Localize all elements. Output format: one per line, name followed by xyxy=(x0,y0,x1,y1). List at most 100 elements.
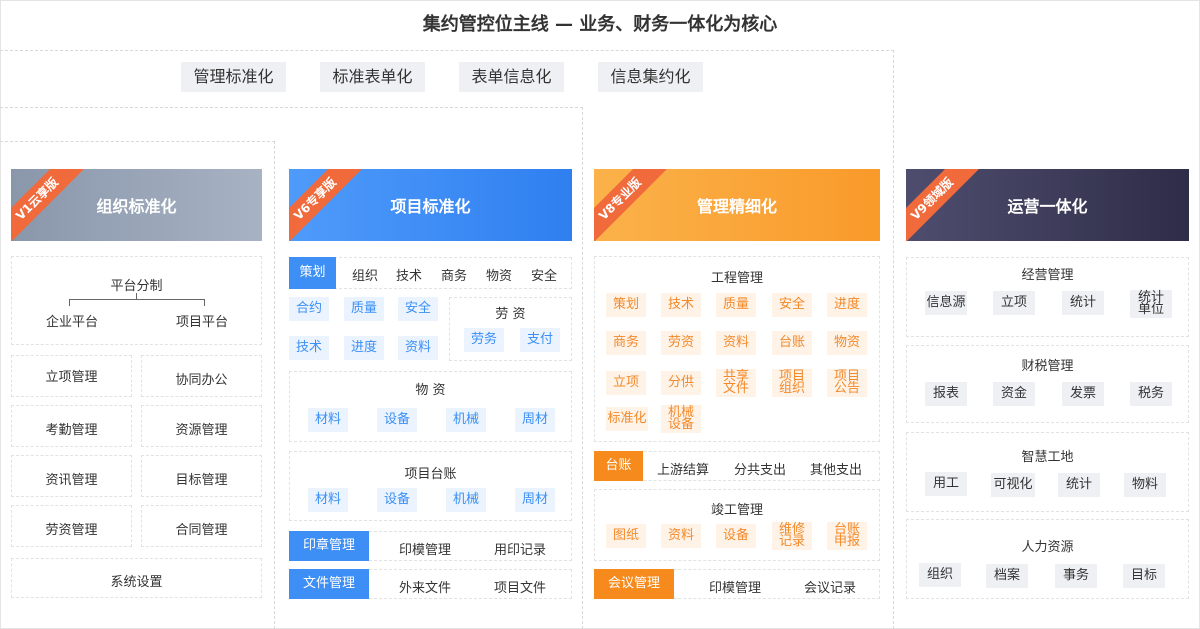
chip-funds[interactable]: 资金 xyxy=(993,382,1035,406)
group-title: 财税管理 xyxy=(1021,359,1074,374)
group-finance-tax: 财税管理 报表 资金 发票 税务 xyxy=(906,345,1189,423)
chip-progress[interactable]: 进度 xyxy=(344,336,384,360)
chip-progress[interactable]: 进度 xyxy=(827,293,867,317)
chip-labor-use[interactable]: 用工 xyxy=(925,472,967,496)
module-card[interactable]: 劳资管理 xyxy=(11,505,132,547)
module-card[interactable]: 目标管理 xyxy=(141,455,262,497)
module-card[interactable]: 合同管理 xyxy=(141,505,262,547)
chip-turnover[interactable]: 周材 xyxy=(515,488,555,512)
chip-machinery[interactable]: 机械 xyxy=(446,488,486,512)
labor-title: 劳 资 xyxy=(495,307,526,322)
seal-mold-link[interactable]: 印模管理 xyxy=(695,577,775,596)
chip-contract[interactable]: 合约 xyxy=(289,297,329,321)
tab-business[interactable]: 商务 xyxy=(435,265,473,284)
version-ribbon: V9领域版 xyxy=(906,169,983,241)
module-card[interactable]: 协同办公 xyxy=(141,355,262,397)
chip-approval[interactable]: 立项 xyxy=(606,371,646,395)
chip-labor[interactable]: 劳资 xyxy=(661,331,701,355)
chip-equipment[interactable]: 设备 xyxy=(716,524,756,548)
banner-operation-integration: V9领域版 运营一体化 xyxy=(906,169,1189,241)
version-ribbon: V8专业版 xyxy=(594,169,671,241)
chip-materials[interactable]: 材料 xyxy=(308,488,348,512)
chip-safety[interactable]: 安全 xyxy=(398,297,438,321)
module-label: 协同办公 xyxy=(175,373,228,388)
banner-title: 管理精细化 xyxy=(696,197,777,216)
chip-targets[interactable]: 目标 xyxy=(1123,564,1165,588)
file-management-button[interactable]: 文件管理 xyxy=(289,569,369,599)
chip-payment[interactable]: 支付 xyxy=(520,328,560,352)
chip-ledger-report[interactable]: 台账 申报 xyxy=(827,522,867,550)
chip-safety[interactable]: 安全 xyxy=(772,293,812,317)
group-title: 人力资源 xyxy=(1021,540,1074,555)
meeting-management-button[interactable]: 会议管理 xyxy=(594,569,674,599)
tab-safety[interactable]: 安全 xyxy=(525,265,563,284)
chip-reports[interactable]: 报表 xyxy=(925,382,967,406)
module-card[interactable]: 资讯管理 xyxy=(11,455,132,497)
chip-equipment[interactable]: 设备 xyxy=(377,488,417,512)
module-card[interactable]: 考勤管理 xyxy=(11,405,132,447)
chip-docs[interactable]: 资料 xyxy=(398,336,438,360)
chip-tax[interactable]: 税务 xyxy=(1130,382,1172,406)
module-card[interactable]: 资源管理 xyxy=(141,405,262,447)
chip-docs[interactable]: 资料 xyxy=(661,524,701,548)
chip-invoice[interactable]: 发票 xyxy=(1062,382,1104,406)
meeting-record-link[interactable]: 会议记录 xyxy=(790,577,870,596)
chip-approval[interactable]: 立项 xyxy=(993,291,1035,315)
chip-archives[interactable]: 档案 xyxy=(986,564,1028,588)
chip-organization[interactable]: 组织 xyxy=(919,563,961,587)
ledger-box: 项目台账 材料 设备 机械 周材 xyxy=(289,451,572,521)
chip-business[interactable]: 商务 xyxy=(606,331,646,355)
chip-labor[interactable]: 劳务 xyxy=(464,328,504,352)
shared-expense-link[interactable]: 分共支出 xyxy=(727,459,793,478)
version-ribbon: V6专享版 xyxy=(289,169,366,241)
chip-project-notice[interactable]: 项目 公告 xyxy=(827,369,867,397)
chip-tech[interactable]: 技术 xyxy=(289,336,329,360)
chip-quality[interactable]: 质量 xyxy=(716,293,756,317)
module-card[interactable]: 立项管理 xyxy=(11,355,132,397)
tab-tech[interactable]: 技术 xyxy=(390,265,428,284)
external-files-link[interactable]: 外来文件 xyxy=(385,577,465,596)
chip-materials[interactable]: 物料 xyxy=(1124,473,1166,497)
tab-planning[interactable]: 策划 xyxy=(289,257,336,289)
chip-statistics[interactable]: 统计 xyxy=(1062,291,1104,315)
chip-materials[interactable]: 材料 xyxy=(308,408,348,432)
chip-shared-files[interactable]: 共享 文件 xyxy=(716,369,756,397)
chip-visualization[interactable]: 可视化 xyxy=(991,473,1035,497)
chip-project-org[interactable]: 项目 组织 xyxy=(772,369,812,397)
chip-equipment[interactable]: 设备 xyxy=(377,408,417,432)
other-expense-link[interactable]: 其他支出 xyxy=(803,459,869,478)
pill-form-info: 表单信息化 xyxy=(459,62,564,92)
chip-standardization[interactable]: 标准化 xyxy=(606,407,648,431)
module-label: 目标管理 xyxy=(175,473,228,488)
chip-tech[interactable]: 技术 xyxy=(661,293,701,317)
tree-connector xyxy=(69,299,205,306)
completion-title: 竣工管理 xyxy=(710,503,763,518)
ledger-button[interactable]: 台账 xyxy=(594,451,643,481)
upstream-settlement-link[interactable]: 上游结算 xyxy=(650,459,716,478)
tab-org[interactable]: 组织 xyxy=(346,265,384,284)
chip-machinery[interactable]: 机械 xyxy=(446,408,486,432)
seal-management-button[interactable]: 印章管理 xyxy=(289,531,369,561)
chip-statistics[interactable]: 统计 xyxy=(1058,473,1100,497)
banner-title: 运营一体化 xyxy=(1007,197,1088,216)
tab-material[interactable]: 物资 xyxy=(480,265,518,284)
chip-info-source[interactable]: 信息源 xyxy=(925,291,967,315)
platform-box: 平台分制 企业平台 项目平台 xyxy=(11,256,262,345)
chip-planning[interactable]: 策划 xyxy=(606,293,646,317)
chip-repair-record[interactable]: 维修 记录 xyxy=(772,522,812,550)
chip-affairs[interactable]: 事务 xyxy=(1055,564,1097,588)
chip-turnover[interactable]: 周材 xyxy=(515,408,555,432)
chip-machine-equipment[interactable]: 机械 设备 xyxy=(661,405,701,433)
settings-card[interactable]: 系统设置 xyxy=(11,558,262,598)
chip-material[interactable]: 物资 xyxy=(827,331,867,355)
chip-docs[interactable]: 资料 xyxy=(716,331,756,355)
seal-record-link[interactable]: 用印记录 xyxy=(480,539,560,558)
chip-ledger[interactable]: 台账 xyxy=(772,331,812,355)
project-files-link[interactable]: 项目文件 xyxy=(480,577,560,596)
chip-quality[interactable]: 质量 xyxy=(344,297,384,321)
chip-drawings[interactable]: 图纸 xyxy=(606,524,646,548)
chip-stat-unit[interactable]: 统计 单位 xyxy=(1130,290,1172,318)
pill-form-standard: 标准表单化 xyxy=(320,62,425,92)
chip-subcontract[interactable]: 分供 xyxy=(661,371,701,395)
seal-mold-link[interactable]: 印模管理 xyxy=(385,539,465,558)
